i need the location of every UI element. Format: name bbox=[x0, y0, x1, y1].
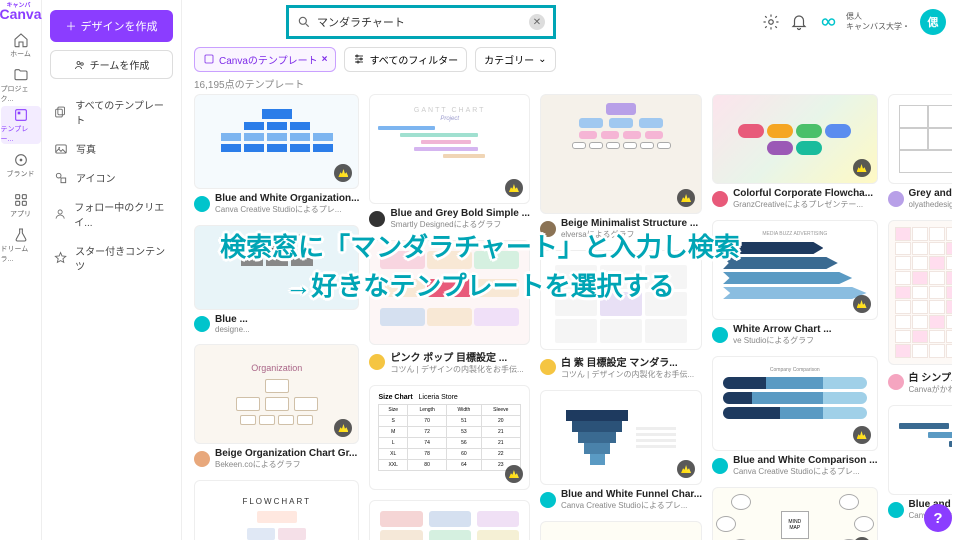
template-card[interactable] bbox=[540, 521, 702, 540]
author-avatar bbox=[540, 359, 556, 375]
author-avatar bbox=[369, 354, 385, 370]
create-design-button[interactable]: ＋デザインを作成 bbox=[50, 10, 173, 42]
folder-icon bbox=[13, 67, 29, 83]
author-avatar bbox=[194, 196, 210, 212]
template-icon bbox=[13, 107, 29, 123]
crown-icon bbox=[505, 179, 523, 197]
topbar: ✕ 偲人キャンバス大学・ 偲 bbox=[182, 0, 960, 44]
author-avatar bbox=[888, 374, 904, 390]
rail-templates[interactable]: テンプレー... bbox=[1, 106, 41, 144]
template-card[interactable]: Company Comparison Blue and White Compar… bbox=[712, 356, 877, 477]
template-card[interactable]: GANTT CHARTProject Blue and Grey Bold Si… bbox=[369, 94, 529, 230]
author-avatar bbox=[369, 211, 385, 227]
shapes-icon bbox=[54, 171, 68, 185]
rail-projects[interactable]: プロジェク... bbox=[1, 66, 41, 104]
author-avatar bbox=[712, 191, 728, 207]
lab-icon bbox=[13, 227, 29, 243]
canva-logo[interactable]: キャンバ Canva bbox=[0, 6, 42, 22]
template-card[interactable]: MEDIA BUZZ ADVERTISING White Arrow Chart… bbox=[712, 220, 877, 346]
author-avatar bbox=[712, 327, 728, 343]
crown-icon bbox=[334, 164, 352, 182]
author-avatar bbox=[540, 492, 556, 508]
search-input[interactable] bbox=[317, 16, 523, 28]
filter-row: Canvaのテンプレート× すべてのフィルター カテゴリー⌄ bbox=[194, 44, 946, 74]
crown-icon bbox=[853, 159, 871, 177]
author-avatar bbox=[194, 316, 210, 332]
sidebar-item-following[interactable]: フォロー中のクリエイ... bbox=[50, 193, 173, 235]
infinity-icon[interactable] bbox=[818, 13, 836, 31]
crown-icon bbox=[505, 465, 523, 483]
sidebar-item-photos[interactable]: 写真 bbox=[50, 135, 173, 162]
chip-all-filters[interactable]: すべてのフィルター bbox=[344, 47, 467, 72]
chip-close-icon[interactable]: × bbox=[322, 54, 328, 65]
rail-apps[interactable]: アプリ bbox=[1, 186, 41, 224]
gear-icon[interactable] bbox=[762, 13, 780, 31]
chip-category[interactable]: カテゴリー⌄ bbox=[475, 47, 555, 72]
template-grid: Blue and White Organization...Canva Crea… bbox=[194, 94, 952, 540]
user-icon bbox=[54, 207, 66, 221]
template-card[interactable]: FLOWCHART bbox=[194, 480, 359, 540]
plus-icon: ＋ bbox=[66, 18, 77, 34]
template-card[interactable]: Organization Beige Organization Chart Gr… bbox=[194, 344, 359, 470]
image-icon bbox=[54, 142, 68, 156]
star-icon bbox=[54, 251, 67, 265]
template-chip-icon bbox=[203, 53, 215, 65]
template-card[interactable]: Size Chart Liceria StoreSizeLengthWidthS… bbox=[369, 385, 529, 490]
search-input-wrap[interactable]: ✕ bbox=[286, 5, 556, 39]
copy-icon bbox=[54, 105, 67, 119]
template-card[interactable]: Beige Minimalist Structure ...elversaによる… bbox=[540, 94, 702, 240]
chevron-down-icon: ⌄ bbox=[538, 54, 546, 65]
sidebar-item-all-templates[interactable]: すべてのテンプレート bbox=[50, 91, 173, 133]
rail-home[interactable]: ホーム bbox=[1, 26, 41, 64]
create-team-button[interactable]: チームを作成 bbox=[50, 50, 173, 79]
author-avatar bbox=[712, 458, 728, 474]
sidebar: ＋デザインを作成 チームを作成 すべてのテンプレート 写真 アイコン フォロー中… bbox=[42, 0, 182, 540]
author-avatar bbox=[540, 221, 556, 237]
brand-icon bbox=[13, 152, 29, 168]
author-avatar bbox=[888, 191, 904, 207]
template-card[interactable]: ピンク ポップ 目標設定 ...コツん | デザインの内製化をお手伝... bbox=[369, 240, 529, 375]
template-card[interactable]: Blue and White Organization...Canva Crea… bbox=[194, 94, 359, 215]
home-icon bbox=[13, 32, 29, 48]
template-card[interactable]: MINDMAP bbox=[712, 487, 877, 540]
author-avatar bbox=[194, 451, 210, 467]
team-icon bbox=[74, 59, 86, 71]
apps-icon bbox=[13, 192, 29, 208]
user-avatar[interactable]: 偲 bbox=[920, 9, 946, 35]
template-card[interactable]: 白 シンプル おしゃれ 目...Canvaがかわいいデザイン | nico d.… bbox=[888, 220, 952, 395]
template-card[interactable]: Cordale High School Blue ...designe... bbox=[194, 225, 359, 334]
crown-icon bbox=[677, 460, 695, 478]
template-card[interactable]: Blue and White Funnel Char...Canva Creat… bbox=[540, 390, 702, 511]
rail-dreamlab[interactable]: ドリームラ... bbox=[1, 226, 41, 264]
crown-icon bbox=[677, 189, 695, 207]
sidebar-item-icons[interactable]: アイコン bbox=[50, 164, 173, 191]
template-card[interactable]: 白 紫 目標設定 マンダラ...コツん | デザインの内製化をお手伝... bbox=[540, 250, 702, 380]
template-card[interactable]: Grey and White Business Mo...olyathedesi… bbox=[888, 94, 952, 210]
result-count: 16,195点のテンプレート bbox=[194, 76, 304, 91]
crown-icon bbox=[334, 419, 352, 437]
crown-icon bbox=[853, 295, 871, 313]
template-card[interactable] bbox=[369, 500, 529, 540]
template-card[interactable]: Colorful Corporate Flowcha...GranzCreati… bbox=[712, 94, 877, 210]
sidebar-item-starred[interactable]: スター付きコンテンツ bbox=[50, 237, 173, 279]
chip-canva-templates[interactable]: Canvaのテンプレート× bbox=[194, 47, 336, 72]
search-clear-button[interactable]: ✕ bbox=[529, 14, 545, 30]
left-rail: キャンバ Canva ホーム プロジェク... テンプレー... ブランド アプ… bbox=[0, 0, 42, 540]
bell-icon[interactable] bbox=[790, 13, 808, 31]
template-card[interactable]: Blue and White Gantt Chart...Canva Creat… bbox=[888, 405, 952, 521]
user-info: 偲人キャンバス大学・ bbox=[846, 12, 910, 31]
help-fab[interactable]: ? bbox=[924, 504, 952, 532]
crown-icon bbox=[853, 426, 871, 444]
author-avatar bbox=[888, 502, 904, 518]
rail-brand[interactable]: ブランド bbox=[1, 146, 41, 184]
sliders-icon bbox=[353, 53, 365, 65]
search-icon bbox=[297, 15, 311, 29]
